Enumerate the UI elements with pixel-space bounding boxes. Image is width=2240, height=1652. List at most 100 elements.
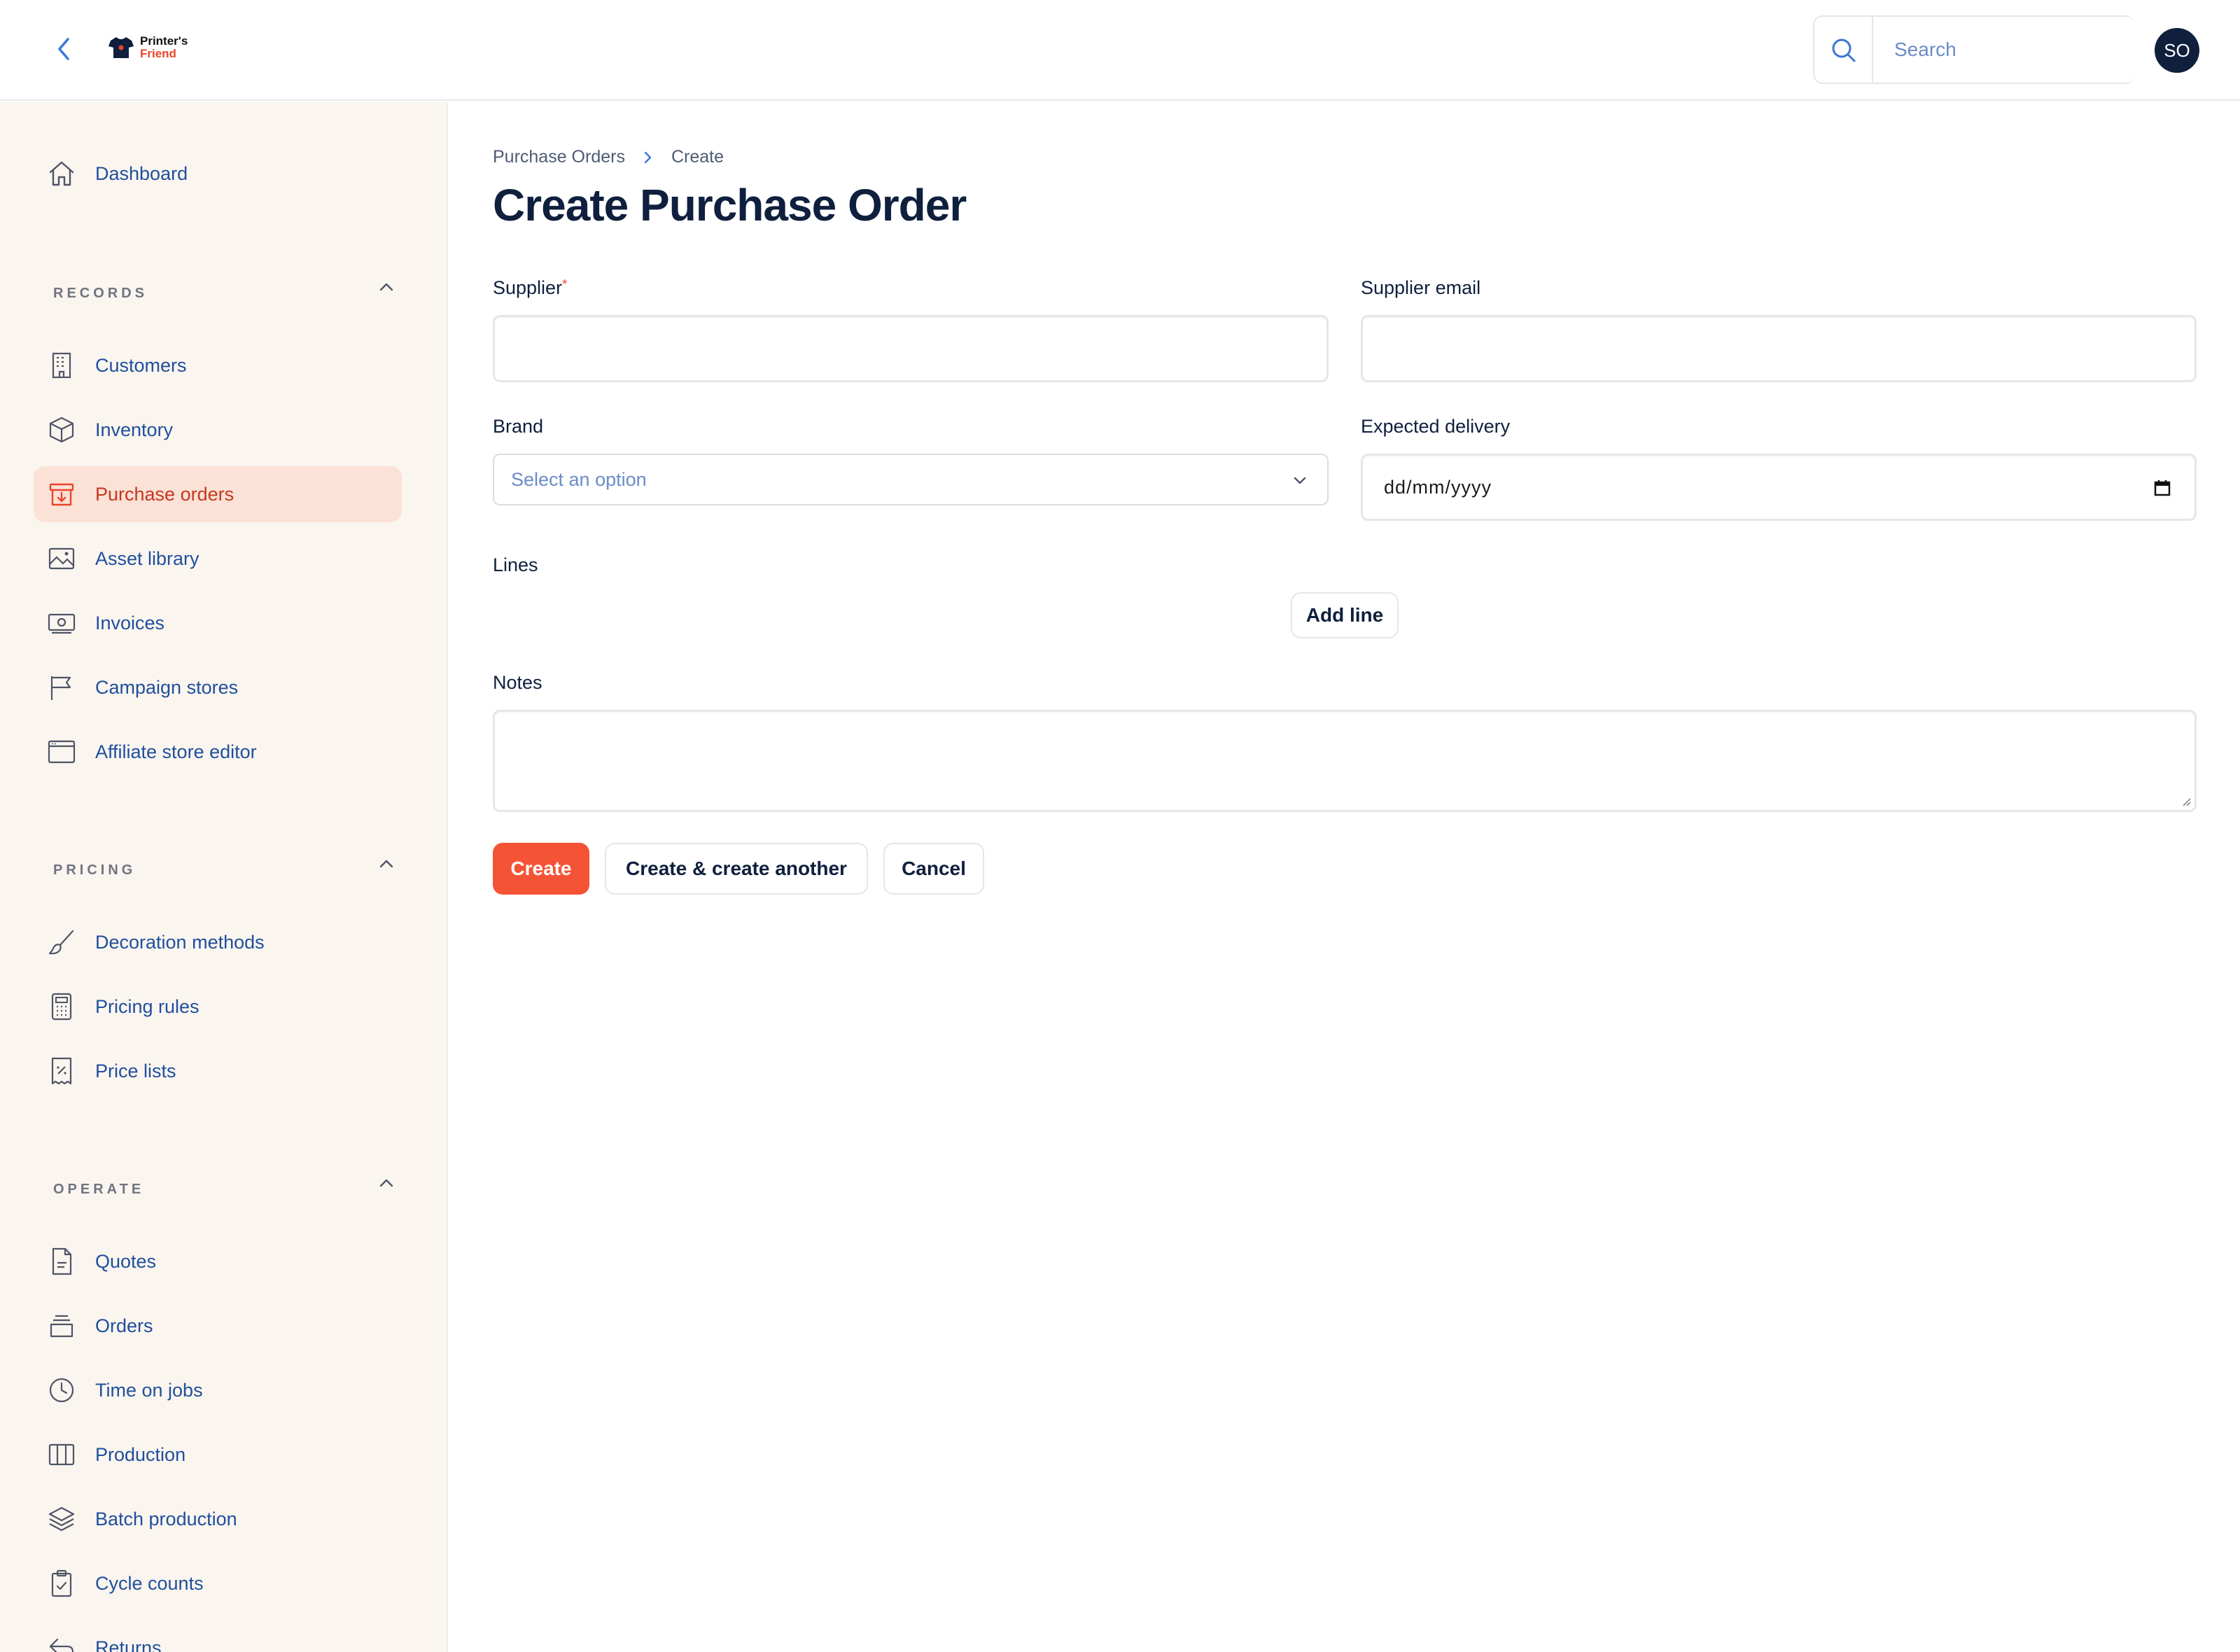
top-bar: Printer's Friend SO xyxy=(0,0,2240,101)
archive-download-icon xyxy=(34,466,90,522)
supplier-email-label: Supplier email xyxy=(1361,277,1481,298)
sidebar-item-orders[interactable]: Orders xyxy=(34,1298,402,1354)
tshirt-icon xyxy=(108,37,134,58)
lines-label: Lines xyxy=(493,554,538,575)
clipboard-check-icon xyxy=(34,1555,90,1611)
brand-select-placeholder: Select an option xyxy=(511,469,647,490)
expected-delivery-label: Expected delivery xyxy=(1361,416,1511,437)
sidebar: Dashboard RECORDS Customers Inventory Pu… xyxy=(0,102,448,1652)
required-marker: * xyxy=(562,277,568,291)
date-placeholder: dd/mm/yyyy xyxy=(1384,477,1492,498)
sidebar-item-inventory[interactable]: Inventory xyxy=(34,402,402,458)
add-line-button[interactable]: Add line xyxy=(1291,592,1399,638)
sidebar-item-label: Inventory xyxy=(95,419,174,440)
breadcrumb: Purchase Orders Create xyxy=(493,147,724,167)
sidebar-item-label: Cycle counts xyxy=(95,1572,204,1594)
banknote-icon xyxy=(34,595,90,651)
sidebar-item-returns[interactable]: Returns xyxy=(34,1620,402,1652)
flag-icon xyxy=(34,659,90,715)
sidebar-item-label: Purchase orders xyxy=(95,483,234,505)
sidebar-item-label: Orders xyxy=(95,1315,153,1336)
back-button[interactable] xyxy=(49,34,80,64)
building-icon xyxy=(34,337,90,393)
sidebar-item-pricing-rules[interactable]: Pricing rules xyxy=(34,979,402,1035)
sidebar-item-dashboard[interactable]: Dashboard xyxy=(34,146,402,202)
sidebar-item-label: Pricing rules xyxy=(95,995,200,1017)
chevron-left-icon xyxy=(58,38,69,60)
supplier-input[interactable] xyxy=(493,315,1329,382)
sidebar-item-label: Asset library xyxy=(95,547,200,569)
notes-label: Notes xyxy=(493,672,542,693)
inbox-stack-icon xyxy=(34,1298,90,1354)
sidebar-item-batch-production[interactable]: Batch production xyxy=(34,1491,402,1547)
sidebar-item-label: Dashboard xyxy=(95,162,188,184)
clock-icon xyxy=(34,1362,90,1418)
group-title-records: RECORDS xyxy=(53,286,148,301)
chevron-right-icon xyxy=(644,151,652,163)
sidebar-item-invoices[interactable]: Invoices xyxy=(34,595,402,651)
sidebar-item-label: Affiliate store editor xyxy=(95,741,257,762)
chevron-down-icon xyxy=(1294,477,1306,484)
chevron-up-icon[interactable] xyxy=(375,276,398,298)
sidebar-item-label: Customers xyxy=(95,354,187,376)
supplier-label: Supplier* xyxy=(493,277,567,299)
supplier-label-text: Supplier xyxy=(493,277,563,298)
sidebar-item-label: Batch production xyxy=(95,1508,237,1530)
cube-icon xyxy=(34,402,90,458)
sidebar-item-quotes[interactable]: Quotes xyxy=(34,1233,402,1289)
paintbrush-icon xyxy=(34,914,90,970)
calculator-icon xyxy=(34,979,90,1035)
chevron-up-icon[interactable] xyxy=(375,1172,398,1194)
brand-label: Brand xyxy=(493,416,544,437)
resize-handle-icon[interactable] xyxy=(2179,794,2192,807)
search-box xyxy=(1813,15,2135,84)
breadcrumb-current: Create xyxy=(671,147,724,167)
notes-textarea[interactable] xyxy=(493,710,2197,812)
logo-line-2: Friend xyxy=(140,47,176,60)
group-title-operate: OPERATE xyxy=(53,1182,145,1197)
sidebar-item-asset-library[interactable]: Asset library xyxy=(34,531,402,587)
image-icon xyxy=(34,531,90,587)
sidebar-item-production[interactable]: Production xyxy=(34,1427,402,1483)
create-another-button[interactable]: Create & create another xyxy=(605,843,868,895)
sidebar-item-customers[interactable]: Customers xyxy=(34,337,402,393)
columns-icon xyxy=(34,1427,90,1483)
return-arrow-icon xyxy=(34,1620,90,1652)
home-icon xyxy=(34,146,90,202)
document-icon xyxy=(34,1233,90,1289)
app-logo[interactable]: Printer's Friend xyxy=(108,35,188,60)
sidebar-item-label: Quotes xyxy=(95,1250,157,1272)
sidebar-item-label: Time on jobs xyxy=(95,1379,203,1401)
browser-window-icon xyxy=(34,724,90,780)
sidebar-item-price-lists[interactable]: Price lists xyxy=(34,1043,402,1099)
layers-icon xyxy=(34,1491,90,1547)
sidebar-item-label: Invoices xyxy=(95,612,165,634)
sidebar-item-decoration-methods[interactable]: Decoration methods xyxy=(34,914,402,970)
sidebar-item-label: Price lists xyxy=(95,1060,176,1082)
calendar-icon[interactable] xyxy=(2151,477,2174,499)
chevron-up-icon[interactable] xyxy=(375,853,398,875)
cancel-button[interactable]: Cancel xyxy=(883,843,984,895)
receipt-percent-icon xyxy=(34,1043,90,1099)
user-avatar[interactable]: SO xyxy=(2155,28,2199,73)
sidebar-item-purchase-orders[interactable]: Purchase orders xyxy=(34,466,402,522)
brand-select[interactable]: Select an option xyxy=(493,454,1329,505)
sidebar-item-label: Campaign stores xyxy=(95,676,239,698)
logo-text: Printer's Friend xyxy=(140,35,188,60)
group-title-pricing: PRICING xyxy=(53,862,136,878)
sidebar-item-cycle-counts[interactable]: Cycle counts xyxy=(34,1555,402,1611)
sidebar-item-affiliate-store-editor[interactable]: Affiliate store editor xyxy=(34,724,402,780)
supplier-email-input[interactable] xyxy=(1361,315,2197,382)
sidebar-item-campaign-stores[interactable]: Campaign stores xyxy=(34,659,402,715)
sidebar-item-label: Returns xyxy=(95,1637,162,1652)
create-button[interactable]: Create xyxy=(493,843,589,895)
logo-line-1: Printer's xyxy=(140,34,188,48)
breadcrumb-link-purchase-orders[interactable]: Purchase Orders xyxy=(493,147,625,167)
search-icon xyxy=(1832,38,1856,62)
sidebar-item-label: Decoration methods xyxy=(95,931,265,953)
page-title: Create Purchase Order xyxy=(493,180,967,230)
expected-delivery-input[interactable]: dd/mm/yyyy xyxy=(1361,454,2197,521)
sidebar-item-time-on-jobs[interactable]: Time on jobs xyxy=(34,1362,402,1418)
sidebar-item-label: Production xyxy=(95,1443,186,1465)
search-input[interactable] xyxy=(1872,17,2135,83)
